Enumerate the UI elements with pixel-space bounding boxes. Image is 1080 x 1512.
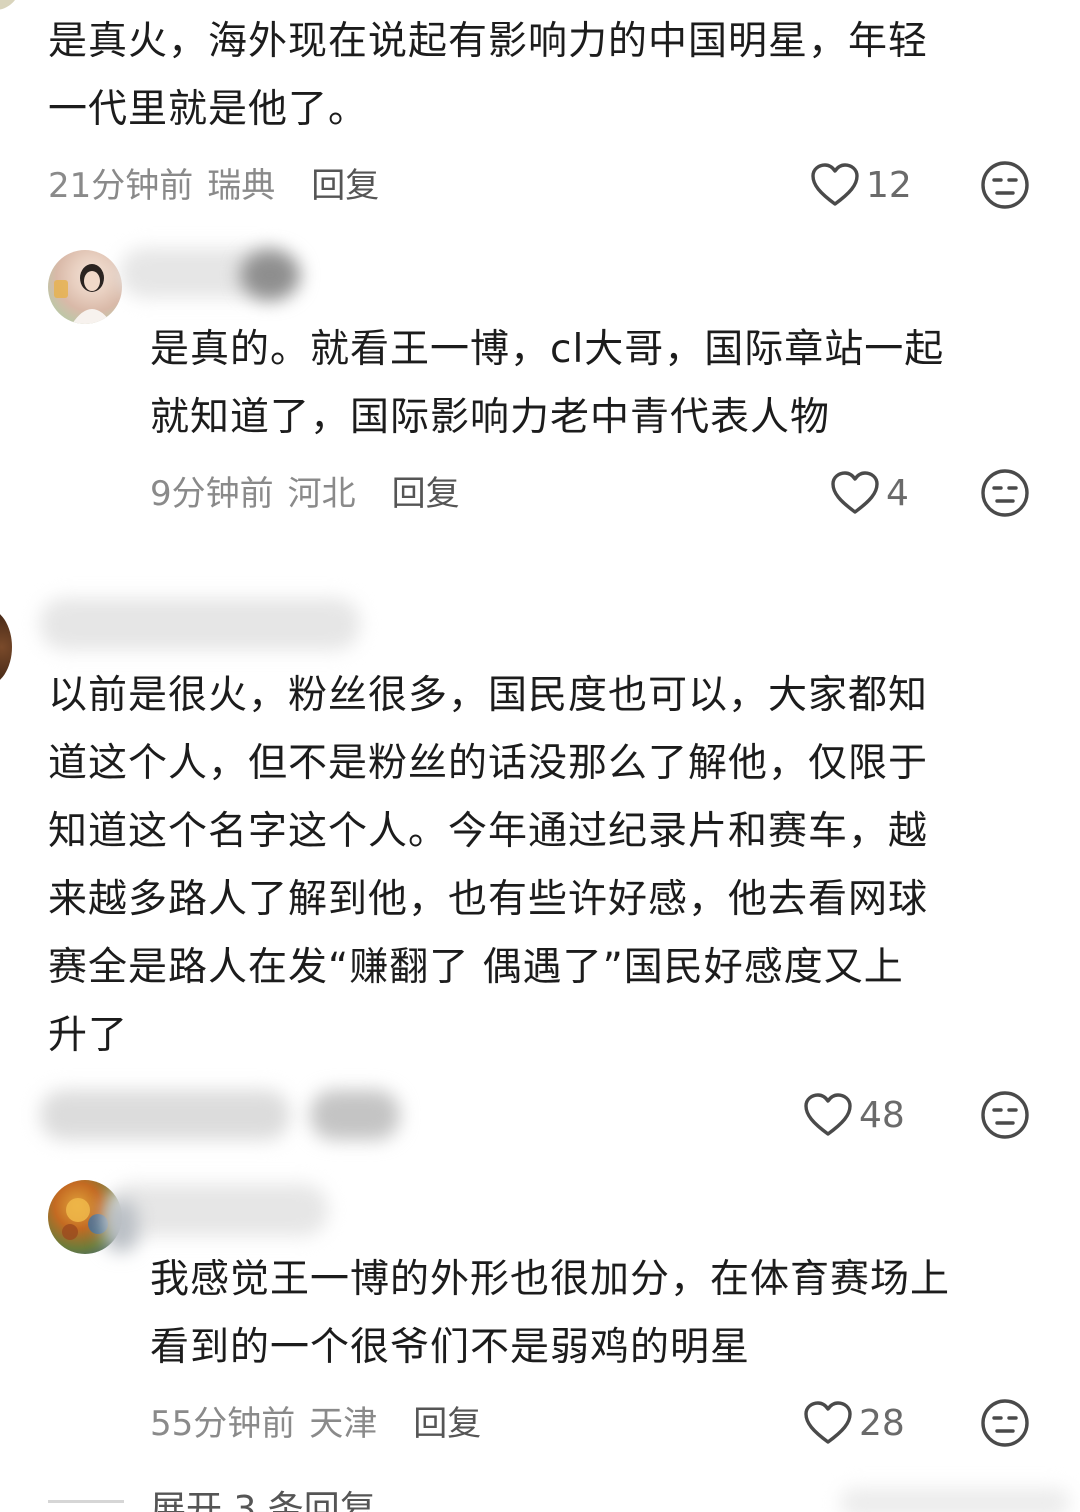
comment-3-text: 以前是很火，粉丝很多，国民度也可以，大家都知 道这个人，但不是粉丝的话没那么了解… bbox=[48, 662, 1058, 1070]
comment-3-like-button[interactable]: 48 bbox=[803, 1087, 905, 1143]
heart-outline-icon bbox=[804, 1093, 852, 1136]
expand-divider bbox=[48, 1500, 124, 1503]
comment-1-like-count: 12 bbox=[866, 164, 912, 206]
comment-4-line-1: 我感觉王一博的外形也很加分，在体育赛场上 bbox=[150, 1257, 951, 1302]
comment-4-dislike-button[interactable] bbox=[979, 1397, 1031, 1449]
avatar-person-icon bbox=[54, 264, 112, 324]
comment-3-meta-blurred bbox=[40, 1090, 290, 1140]
comment-2-meta: 9分钟前 河北 回复 bbox=[150, 465, 460, 515]
neutral-face-icon bbox=[981, 469, 1029, 517]
avatar-partial-top[interactable] bbox=[0, 0, 20, 10]
comment-2-location: 河北 bbox=[287, 473, 356, 514]
comment-4-like-button[interactable]: 28 bbox=[803, 1395, 905, 1451]
comment-3-like-count: 48 bbox=[859, 1094, 905, 1136]
comment-2-time: 9分钟前 bbox=[150, 473, 274, 514]
comment-3-reply-blurred bbox=[310, 1090, 400, 1140]
comment-3-avatar-partial[interactable] bbox=[0, 608, 12, 686]
neutral-face-icon bbox=[981, 1091, 1029, 1139]
comment-3-line-3: 知道这个名字这个人。今年通过纪录片和赛车，越 bbox=[48, 809, 929, 854]
comment-2-like-button[interactable]: 4 bbox=[830, 465, 909, 521]
comment-1-dislike-button[interactable] bbox=[979, 159, 1031, 211]
comment-2-dislike-button[interactable] bbox=[979, 467, 1031, 519]
comment-2-like-count: 4 bbox=[886, 472, 909, 514]
comment-4-like-count: 28 bbox=[859, 1402, 905, 1444]
comment-3-username-blurred bbox=[40, 598, 360, 650]
comment-1-like-button[interactable]: 12 bbox=[810, 157, 912, 213]
comment-1-time: 21分钟前 bbox=[48, 165, 194, 206]
comment-3-line-1: 以前是很火，粉丝很多，国民度也可以，大家都知 bbox=[48, 673, 929, 718]
comment-4-username-blurred bbox=[108, 1184, 328, 1236]
comment-2-avatar[interactable] bbox=[48, 250, 122, 324]
comment-2-line-2: 就知道了，国际影响力老中青代表人物 bbox=[150, 395, 831, 440]
comment-1-text: 是真火，海外现在说起有影响力的中国明星，年轻 一代里就是他了。 bbox=[48, 8, 1048, 144]
heart-outline-icon bbox=[831, 471, 879, 514]
comment-2-text: 是真的。就看王一博，cl大哥，国际章站一起 就知道了，国际影响力老中青代表人物 bbox=[150, 316, 1050, 452]
comment-4-badge-blurred bbox=[104, 1200, 138, 1252]
comment-4-time: 55分钟前 bbox=[150, 1403, 296, 1444]
comment-3-line-2: 道这个人，但不是粉丝的话没那么了解他，仅限于 bbox=[48, 741, 929, 786]
comment-1-line-1: 是真火，海外现在说起有影响力的中国明星，年轻 bbox=[48, 19, 929, 64]
comment-4-text: 我感觉王一博的外形也很加分，在体育赛场上 看到的一个很爷们不是弱鸡的明星 bbox=[150, 1246, 1060, 1382]
comment-3-line-6: 升了 bbox=[48, 1013, 129, 1058]
comment-4-meta: 55分钟前 天津 回复 bbox=[150, 1395, 481, 1445]
comment-2-badge-blurred bbox=[240, 250, 300, 300]
comment-feed: 是真火，海外现在说起有影响力的中国明星，年轻 一代里就是他了。 21分钟前 瑞典… bbox=[0, 0, 1080, 1512]
comment-1-reply-button[interactable]: 回复 bbox=[311, 158, 379, 207]
expand-replies-button[interactable]: 展开 3 条回复 bbox=[150, 1480, 376, 1512]
watermark-blurred bbox=[840, 1488, 1070, 1512]
comment-1-line-2: 一代里就是他了。 bbox=[48, 87, 369, 132]
comment-4-location: 天津 bbox=[309, 1403, 378, 1444]
comment-4-reply-button[interactable]: 回复 bbox=[413, 1396, 481, 1445]
comment-1-location: 瑞典 bbox=[207, 165, 276, 206]
heart-outline-icon bbox=[804, 1401, 852, 1444]
comment-3-line-4: 来越多路人了解到他，也有些许好感，他去看网球 bbox=[48, 877, 929, 922]
neutral-face-icon bbox=[981, 1399, 1029, 1447]
comment-1-meta: 21分钟前 瑞典 回复 bbox=[48, 157, 379, 207]
heart-outline-icon bbox=[811, 163, 859, 206]
neutral-face-icon bbox=[981, 161, 1029, 209]
comment-4-line-2: 看到的一个很爷们不是弱鸡的明星 bbox=[150, 1325, 751, 1370]
comment-2-reply-button[interactable]: 回复 bbox=[392, 466, 460, 515]
comment-3-dislike-button[interactable] bbox=[979, 1089, 1031, 1141]
comment-2-line-1: 是真的。就看王一博，cl大哥，国际章站一起 bbox=[150, 327, 945, 372]
comment-3-line-5: 赛全是路人在发“赚翻了 偶遇了”国民好感度又上 bbox=[48, 945, 904, 990]
